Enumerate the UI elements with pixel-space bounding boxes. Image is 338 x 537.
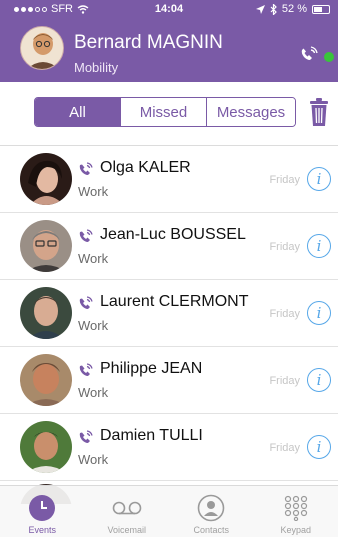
- status-right: 52 %: [255, 3, 330, 15]
- info-icon[interactable]: i: [307, 368, 331, 392]
- avatar: [20, 354, 72, 406]
- status-bar: SFR 14:04 52 %: [0, 0, 338, 18]
- events-list: Olga KALER Work Friday i Jean-Luc BOUSSE…: [0, 146, 338, 481]
- clock-icon: [27, 494, 57, 522]
- list-item[interactable]: Damien TULLI Work Friday i: [0, 414, 338, 481]
- phone-call-icon: [79, 363, 93, 376]
- event-date: Friday: [269, 241, 300, 253]
- bluetooth-icon: [270, 3, 277, 15]
- info-icon[interactable]: i: [307, 301, 331, 325]
- info-icon[interactable]: i: [307, 167, 331, 191]
- list-item[interactable]: Philippe JEAN Work Friday i: [0, 347, 338, 414]
- info-icon[interactable]: i: [307, 435, 331, 459]
- list-item[interactable]: Laurent CLERMONT Work Friday i: [0, 280, 338, 347]
- phone-call-icon: [79, 229, 93, 242]
- contact-number-type: Work: [78, 251, 109, 266]
- contact-name: Laurent CLERMONT: [100, 293, 249, 310]
- profile-header[interactable]: Bernard MAGNIN Mobility: [0, 22, 338, 82]
- filter-missed-tab[interactable]: Missed: [121, 98, 207, 126]
- info-icon[interactable]: i: [307, 234, 331, 258]
- phone-call-icon: [79, 430, 93, 443]
- tab-keypad[interactable]: Keypad: [254, 486, 338, 537]
- avatar: [20, 153, 72, 205]
- tab-label: Voicemail: [107, 525, 147, 535]
- tab-voicemail[interactable]: Voicemail: [85, 486, 170, 537]
- contact-name: Damien TULLI: [100, 427, 203, 444]
- phone-call-icon: [79, 162, 93, 175]
- contact-number-type: Work: [78, 184, 109, 199]
- filter-bar: All Missed Messages: [0, 90, 338, 136]
- location-arrow-icon: [255, 4, 265, 14]
- event-date: Friday: [269, 308, 300, 320]
- voicemail-icon: [112, 494, 142, 522]
- filter-all-tab[interactable]: All: [35, 98, 121, 126]
- tab-label: Events: [28, 525, 56, 535]
- tab-contacts[interactable]: Contacts: [169, 486, 254, 537]
- mobility-call-icon[interactable]: [298, 44, 320, 64]
- event-date: Friday: [269, 375, 300, 387]
- tab-label: Keypad: [280, 525, 312, 535]
- contact-name: Jean-Luc BOUSSEL: [100, 226, 246, 243]
- event-date: Friday: [269, 442, 300, 454]
- tab-bar: Events Voicemail Contacts Keypad: [0, 485, 338, 537]
- contact-number-type: Work: [78, 385, 109, 400]
- contact-name: Olga KALER: [100, 159, 191, 176]
- keypad-icon: [281, 494, 311, 522]
- contact-name: Philippe JEAN: [100, 360, 203, 377]
- avatar: [20, 287, 72, 339]
- tab-events[interactable]: Events: [0, 486, 85, 537]
- list-item[interactable]: Jean-Luc BOUSSEL Work Friday i: [0, 213, 338, 280]
- phone-call-icon: [79, 296, 93, 309]
- list-item[interactable]: Olga KALER Work Friday i: [0, 146, 338, 213]
- top-bar: SFR 14:04 52 % Bernard MAGNIN Mobility: [0, 0, 338, 82]
- contact-icon: [196, 494, 226, 522]
- event-date: Friday: [269, 174, 300, 186]
- contact-number-type: Work: [78, 452, 109, 467]
- user-name: Bernard MAGNIN: [74, 32, 223, 53]
- avatar: [20, 220, 72, 272]
- filter-segmented-control: All Missed Messages: [34, 97, 296, 127]
- battery-percent: 52 %: [281, 3, 307, 15]
- online-status-dot: [324, 52, 334, 62]
- avatar: [20, 421, 72, 473]
- battery-icon: [312, 4, 330, 14]
- avatar[interactable]: [20, 26, 64, 70]
- tab-label: Contacts: [193, 525, 230, 535]
- trash-icon[interactable]: [308, 96, 330, 128]
- contact-number-type: Work: [78, 318, 109, 333]
- user-status[interactable]: Mobility: [74, 60, 118, 75]
- filter-messages-tab[interactable]: Messages: [207, 98, 295, 126]
